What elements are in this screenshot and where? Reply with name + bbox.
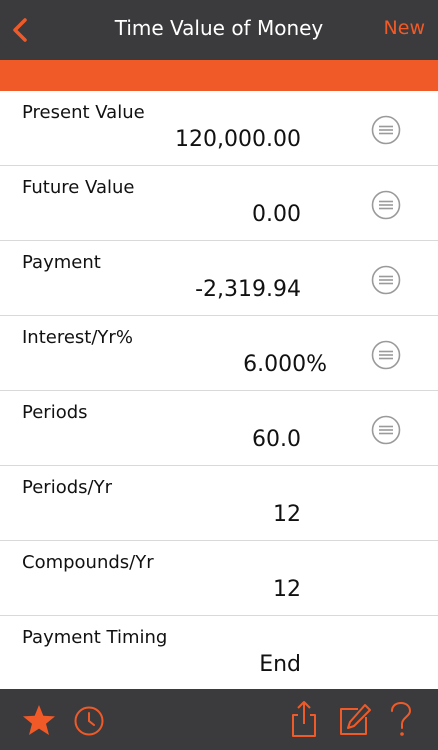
accent-strip — [0, 60, 438, 91]
edit-icon[interactable] — [338, 703, 372, 737]
field-label: Payment Timing — [22, 627, 168, 648]
solve-equals-icon[interactable] — [371, 415, 401, 445]
field-interest-rate[interactable]: Interest/Yr% 6.000% — [0, 316, 438, 391]
field-value[interactable]: 120,000.00 — [175, 127, 301, 152]
navigation-bar: Time Value of Money New — [0, 0, 438, 60]
tvm-field-list: Present Value 120,000.00 Future Value 0.… — [0, 91, 438, 690]
field-value[interactable]: -2,319.94 — [195, 277, 301, 302]
field-label: Compounds/Yr — [22, 552, 154, 573]
star-icon[interactable] — [22, 704, 56, 736]
field-periods[interactable]: Periods 60.0 — [0, 391, 438, 466]
field-compounds-per-year[interactable]: Compounds/Yr 12 — [0, 541, 438, 616]
field-payment-timing[interactable]: Payment Timing End — [0, 616, 438, 690]
field-value[interactable]: 12 — [273, 577, 301, 602]
solve-equals-icon[interactable] — [371, 190, 401, 220]
solve-equals-icon[interactable] — [371, 265, 401, 295]
share-icon[interactable] — [288, 699, 320, 739]
solve-equals-icon[interactable] — [371, 340, 401, 370]
field-label: Payment — [22, 252, 101, 273]
field-value[interactable]: End — [259, 652, 301, 677]
field-value[interactable]: 0.00 — [252, 202, 301, 227]
question-icon[interactable] — [388, 701, 414, 739]
field-present-value[interactable]: Present Value 120,000.00 — [0, 91, 438, 166]
field-value[interactable]: 6.000% — [243, 352, 327, 377]
field-label: Periods — [22, 402, 88, 423]
clock-icon[interactable] — [73, 705, 105, 737]
field-future-value[interactable]: Future Value 0.00 — [0, 166, 438, 241]
new-button[interactable]: New — [384, 17, 425, 39]
bottom-toolbar — [0, 689, 438, 750]
field-label: Interest/Yr% — [22, 327, 133, 348]
field-payment[interactable]: Payment -2,319.94 — [0, 241, 438, 316]
field-periods-per-year[interactable]: Periods/Yr 12 — [0, 466, 438, 541]
solve-equals-icon[interactable] — [371, 115, 401, 145]
field-value[interactable]: 60.0 — [252, 427, 301, 452]
page-title: Time Value of Money — [114, 16, 324, 40]
field-label: Future Value — [22, 177, 135, 198]
field-label: Periods/Yr — [22, 477, 112, 498]
field-label: Present Value — [22, 102, 145, 123]
field-value[interactable]: 12 — [273, 502, 301, 527]
